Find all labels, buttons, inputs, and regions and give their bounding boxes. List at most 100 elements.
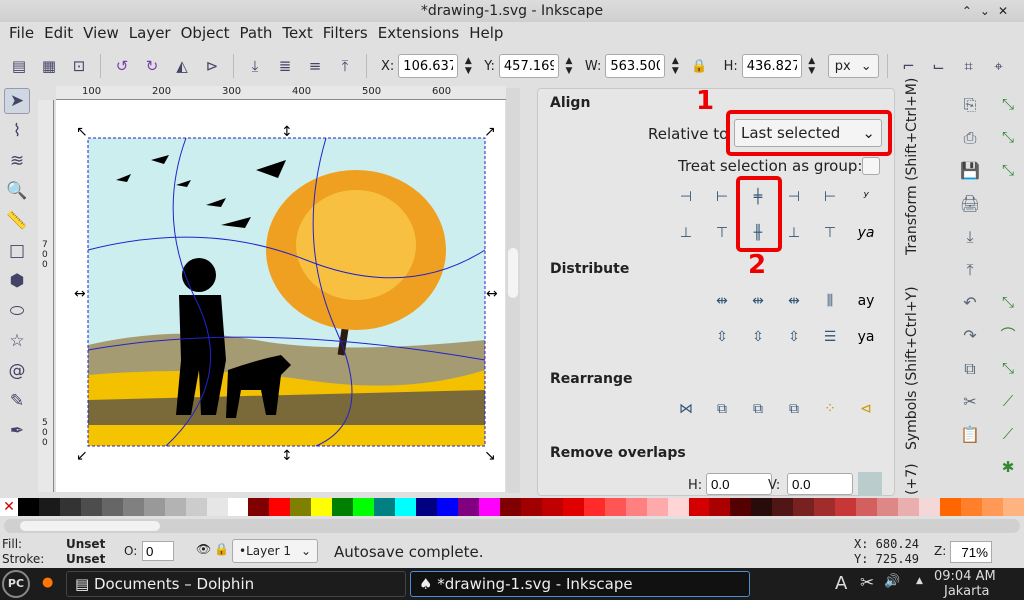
node-tool-icon[interactable]: ⌇ <box>4 118 30 144</box>
color-swatch[interactable] <box>730 498 752 516</box>
color-swatch[interactable] <box>290 498 312 516</box>
color-swatch[interactable] <box>646 498 668 516</box>
move-patterns-icon[interactable]: ⌖ <box>986 53 1012 79</box>
raise-to-top-icon[interactable]: ⤒ <box>332 53 358 79</box>
pencil-tool-icon[interactable]: ✎ <box>4 388 30 414</box>
color-swatch[interactable] <box>353 498 375 516</box>
color-swatch[interactable] <box>541 498 563 516</box>
color-swatch[interactable] <box>122 498 144 516</box>
lower-to-bottom-icon[interactable]: ⤓ <box>242 53 268 79</box>
exchange-positions-icon[interactable]: ⧉ <box>708 395 736 423</box>
tab-symbols[interactable]: Symbols (Shift+Ctrl+Y) <box>904 270 920 450</box>
align-bottom-edges-icon[interactable]: ⊥ <box>780 219 808 247</box>
distribute-gaps-icon[interactable]: ⫼ <box>816 287 844 315</box>
task-dolphin[interactable]: ▤ Documents – Dolphin <box>66 571 406 597</box>
color-swatch[interactable] <box>814 498 836 516</box>
color-swatch[interactable] <box>101 498 123 516</box>
rotate-cw-icon[interactable]: ↻ <box>139 53 165 79</box>
distribute-bottom-icon[interactable]: ⇳ <box>780 323 808 351</box>
v-gap-input[interactable] <box>787 473 853 495</box>
y-input[interactable] <box>498 54 559 78</box>
vertical-scrollbar[interactable] <box>506 88 520 493</box>
zoom-tool-icon[interactable]: 🔍 <box>4 178 30 204</box>
color-swatch[interactable] <box>269 498 291 516</box>
lower-icon[interactable]: ≣ <box>272 53 298 79</box>
w-input[interactable] <box>605 54 666 78</box>
lock-icon[interactable]: 🔒 <box>691 59 707 74</box>
spiral-tool-icon[interactable]: @ <box>4 358 30 384</box>
opacity-input[interactable] <box>142 541 174 561</box>
randomize-positions-icon[interactable]: ⁘ <box>816 395 844 423</box>
color-swatch[interactable] <box>143 498 165 516</box>
color-swatch[interactable] <box>499 498 521 516</box>
color-swatch[interactable] <box>18 498 39 516</box>
distribute-baselines-icon[interactable]: ya <box>852 323 880 351</box>
color-swatch[interactable] <box>416 498 438 516</box>
align-top-to-bottom-icon[interactable]: ⊤ <box>816 219 844 247</box>
layer-select[interactable]: •Layer 1 ⌄ <box>232 539 319 563</box>
keyboard-layout-icon[interactable]: A <box>835 573 847 594</box>
raise-icon[interactable]: ≡ <box>302 53 328 79</box>
align-bottom-to-top-icon[interactable]: ⊥ <box>672 219 700 247</box>
color-swatch[interactable] <box>248 498 270 516</box>
window-controls[interactable]: ⌃⌄✕ <box>962 0 1016 22</box>
color-swatch[interactable] <box>772 498 794 516</box>
menu-view[interactable]: View <box>78 22 124 46</box>
menu-text[interactable]: Text <box>277 22 317 46</box>
align-right-to-left-icon[interactable]: ⊣ <box>672 183 700 211</box>
w-spinner[interactable]: ▲ ▼ <box>669 56 681 76</box>
zoom-input[interactable] <box>950 541 992 563</box>
h-spinner[interactable]: ▲ ▼ <box>806 56 818 76</box>
graph-layout-icon[interactable]: ⋈ <box>672 395 700 423</box>
flip-vertical-icon[interactable]: ⊳ <box>199 53 225 79</box>
color-swatch[interactable] <box>583 498 605 516</box>
menu-layer[interactable]: Layer <box>124 22 176 46</box>
align-right-edges-icon[interactable]: ⊣ <box>780 183 808 211</box>
distribute-center-icon[interactable]: ⇹ <box>744 287 772 315</box>
distribute-top-icon[interactable]: ⇳ <box>708 323 736 351</box>
exchange-clockwise-icon[interactable]: ⧉ <box>780 395 808 423</box>
color-swatch[interactable] <box>939 498 961 516</box>
color-swatch[interactable] <box>437 498 459 516</box>
color-swatch[interactable] <box>332 498 354 516</box>
select-all-icon[interactable]: ▤ <box>6 53 32 79</box>
color-swatch[interactable] <box>751 498 773 516</box>
task-inkscape[interactable]: ♠ *drawing-1.svg - Inkscape <box>410 571 750 597</box>
distribute-text-icon[interactable]: ay <box>852 287 880 315</box>
h-gap-input[interactable] <box>706 473 772 495</box>
menu-file[interactable]: File <box>4 22 39 46</box>
klipper-icon[interactable]: ✂ <box>860 573 874 593</box>
align-left-edges-icon[interactable]: ⊢ <box>708 183 736 211</box>
tab-transform[interactable]: Transform (Shift+Ctrl+M) <box>904 78 920 255</box>
color-swatch[interactable] <box>478 498 500 516</box>
visibility-eye-icon[interactable]: 👁 <box>196 542 211 556</box>
color-swatch[interactable] <box>688 498 710 516</box>
color-swatch[interactable] <box>981 498 1003 516</box>
horizontal-scrollbar[interactable] <box>4 519 1020 533</box>
no-paint-swatch[interactable]: ✕ <box>0 498 18 516</box>
color-palette[interactable]: ✕ <box>0 498 1024 516</box>
color-swatch[interactable] <box>206 498 228 516</box>
color-swatch[interactable] <box>458 498 479 516</box>
star-tool-icon[interactable]: ☆ <box>4 328 30 354</box>
align-top-edges-icon[interactable]: ⊤ <box>708 219 736 247</box>
tray-expand-icon[interactable]: ▲ <box>916 576 923 586</box>
measure-tool-icon[interactable]: 📏 <box>4 208 30 234</box>
color-swatch[interactable] <box>80 498 102 516</box>
rotate-ccw-icon[interactable]: ↺ <box>109 53 135 79</box>
color-swatch[interactable] <box>709 498 731 516</box>
3dbox-tool-icon[interactable]: ⬢ <box>4 268 30 294</box>
align-baselines-icon[interactable]: ya <box>852 219 880 247</box>
distribute-vgaps-icon[interactable]: ☰ <box>816 323 844 351</box>
menu-edit[interactable]: Edit <box>39 22 78 46</box>
menu-extensions[interactable]: Extensions <box>373 22 464 46</box>
tab-more[interactable]: (+7) <box>904 463 920 495</box>
flip-horizontal-icon[interactable]: ◭ <box>169 53 195 79</box>
scale-corners-icon[interactable]: ⌙ <box>926 53 952 79</box>
color-swatch[interactable] <box>1002 498 1024 516</box>
menu-help[interactable]: Help <box>464 22 508 46</box>
color-swatch[interactable] <box>185 498 207 516</box>
color-swatch[interactable] <box>918 498 940 516</box>
menu-object[interactable]: Object <box>176 22 235 46</box>
deselect-icon[interactable]: ⊡ <box>66 53 92 79</box>
